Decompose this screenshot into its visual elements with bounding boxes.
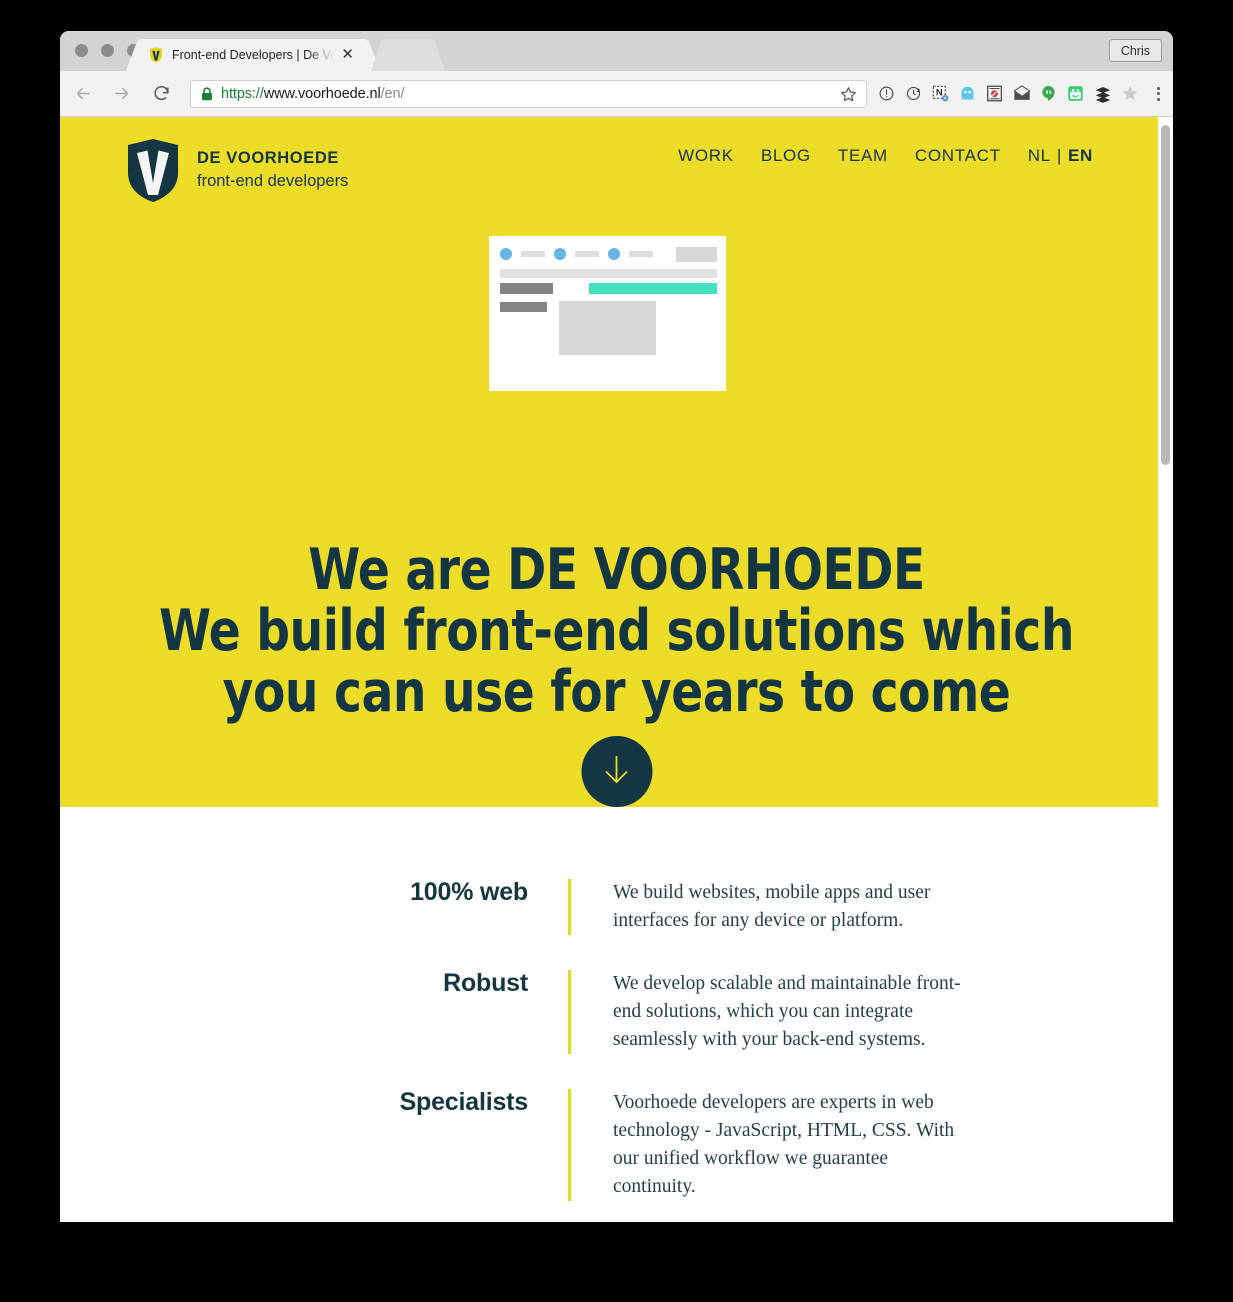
three-dot-menu-icon[interactable] bbox=[1147, 79, 1169, 109]
language-option-nl[interactable]: NL bbox=[1028, 146, 1051, 166]
nav-link-contact[interactable]: CONTACT bbox=[915, 146, 1001, 166]
wireframe-button-block bbox=[676, 247, 717, 262]
brand-tagline: front-end developers bbox=[197, 172, 349, 191]
hero-line-1: We are DE VOORHOEDE bbox=[308, 537, 925, 603]
hero-line-1-strong: DE VOORHOEDE bbox=[507, 537, 925, 604]
lock-icon bbox=[201, 86, 213, 101]
wireframe-dot bbox=[554, 248, 566, 260]
address-bar-url: https://www.voorhoede.nl/en/ bbox=[221, 85, 405, 102]
browser-tab-inactive[interactable] bbox=[371, 39, 445, 71]
browser-tabstrip: Front-end Developers | De Voo ✕ Chris bbox=[60, 31, 1173, 71]
wireframe-divider-bar bbox=[500, 269, 717, 278]
voorhoede-shield-logo bbox=[125, 137, 181, 203]
wappalyzer-icon[interactable] bbox=[1116, 79, 1143, 109]
hangouts-icon[interactable] bbox=[1035, 79, 1062, 109]
mailbox-icon[interactable] bbox=[1008, 79, 1035, 109]
language-separator: | bbox=[1056, 146, 1062, 165]
browser-tab-title: Front-end Developers | De Voo bbox=[172, 48, 334, 62]
language-option-en[interactable]: EN bbox=[1068, 146, 1093, 166]
feature-body: We build websites, mobile apps and user … bbox=[613, 882, 931, 931]
svg-text:N: N bbox=[936, 88, 943, 98]
scroll-down-button[interactable] bbox=[581, 736, 652, 807]
wireframe-nav-row bbox=[500, 248, 653, 260]
wireframe-image-block bbox=[559, 301, 656, 355]
bitmoji-icon[interactable] bbox=[1062, 79, 1089, 109]
nav-link-work[interactable]: WORK bbox=[678, 146, 734, 166]
features-section: 100% web We build websites, mobile apps … bbox=[60, 807, 1173, 1201]
url-path: /en/ bbox=[380, 85, 405, 102]
close-icon[interactable]: ✕ bbox=[341, 47, 354, 62]
hero-section: DE VOORHOEDE front-end developers WORK B… bbox=[60, 117, 1173, 807]
reload-icon[interactable] bbox=[146, 79, 176, 109]
url-scheme: https:// bbox=[221, 85, 264, 102]
language-switcher: NL | EN bbox=[1028, 146, 1093, 166]
info-circle-icon[interactable] bbox=[873, 79, 900, 109]
forward-arrow-icon[interactable] bbox=[106, 79, 136, 109]
star-icon[interactable] bbox=[839, 85, 858, 109]
refresh-clock-icon[interactable] bbox=[900, 79, 927, 109]
wireframe-subheading-bar bbox=[500, 302, 547, 312]
site-header: DE VOORHOEDE front-end developers WORK B… bbox=[60, 117, 1173, 209]
feature-title: 100% web bbox=[410, 878, 528, 906]
brand-name: DE VOORHOEDE bbox=[197, 148, 339, 167]
feature-item: 100% web We build websites, mobile apps … bbox=[60, 878, 1173, 935]
browser-toolbar: https://www.voorhoede.nl/en/ N bbox=[60, 71, 1173, 117]
page-scrollbar-thumb[interactable] bbox=[1161, 125, 1170, 465]
wireframe-dot bbox=[608, 248, 620, 260]
voorhoede-shield-favicon bbox=[148, 47, 164, 63]
hero-line-1-lead: We are bbox=[308, 537, 508, 604]
feature-body: We develop scalable and maintainable fro… bbox=[613, 973, 961, 1050]
feature-title: Robust bbox=[443, 969, 528, 997]
close-window-button[interactable] bbox=[75, 44, 88, 57]
profile-button[interactable]: Chris bbox=[1108, 39, 1162, 62]
wireframe-dot bbox=[500, 248, 512, 260]
wireframe-label-bar bbox=[575, 251, 599, 257]
nav-link-blog[interactable]: BLOG bbox=[761, 146, 811, 166]
brand-logo-link[interactable]: DE VOORHOEDE front-end developers bbox=[125, 137, 348, 203]
minimize-window-button[interactable] bbox=[101, 44, 114, 57]
wireframe-label-bar bbox=[521, 251, 545, 257]
browser-window: Front-end Developers | De Voo ✕ Chris ht… bbox=[60, 31, 1173, 1222]
url-host: www.voorhoede.nl bbox=[263, 85, 381, 102]
feature-body: Voorhoede developers are experts in web … bbox=[613, 1092, 955, 1197]
arrow-down-icon bbox=[600, 752, 634, 791]
adblock-icon[interactable] bbox=[981, 79, 1008, 109]
buffer-icon[interactable] bbox=[1089, 79, 1116, 109]
feature-title: Specialists bbox=[399, 1088, 529, 1116]
address-bar[interactable]: https://www.voorhoede.nl/en/ bbox=[190, 79, 867, 109]
hero-line-3: you can use for years to come bbox=[222, 659, 1011, 726]
browser-wireframe-illustration bbox=[489, 236, 726, 391]
page-viewport: DE VOORHOEDE front-end developers WORK B… bbox=[60, 117, 1173, 1222]
hero-headline: We are DE VOORHOEDE We build front-end s… bbox=[105, 540, 1129, 723]
wireframe-accent-bar bbox=[589, 283, 717, 294]
wireframe-label-bar bbox=[629, 251, 653, 257]
back-arrow-icon[interactable] bbox=[68, 79, 98, 109]
ghostery-icon[interactable] bbox=[954, 79, 981, 109]
evernote-clipper-icon[interactable]: N bbox=[927, 79, 954, 109]
page-scrollbar-track[interactable] bbox=[1158, 117, 1173, 1222]
site-navigation: WORK BLOG TEAM CONTACT NL | EN bbox=[678, 146, 1093, 166]
feature-item: Robust We develop scalable and maintaina… bbox=[60, 969, 1173, 1054]
hero-line-2: We build front-end solutions which bbox=[159, 598, 1074, 665]
nav-link-team[interactable]: TEAM bbox=[838, 146, 888, 166]
browser-tab-active[interactable]: Front-end Developers | De Voo ✕ bbox=[126, 39, 380, 71]
brand-text: DE VOORHOEDE front-end developers bbox=[197, 149, 348, 191]
wireframe-heading-bar bbox=[500, 283, 553, 294]
extension-icon-row: N bbox=[873, 79, 1147, 109]
feature-item: Specialists Voorhoede developers are exp… bbox=[60, 1088, 1173, 1201]
